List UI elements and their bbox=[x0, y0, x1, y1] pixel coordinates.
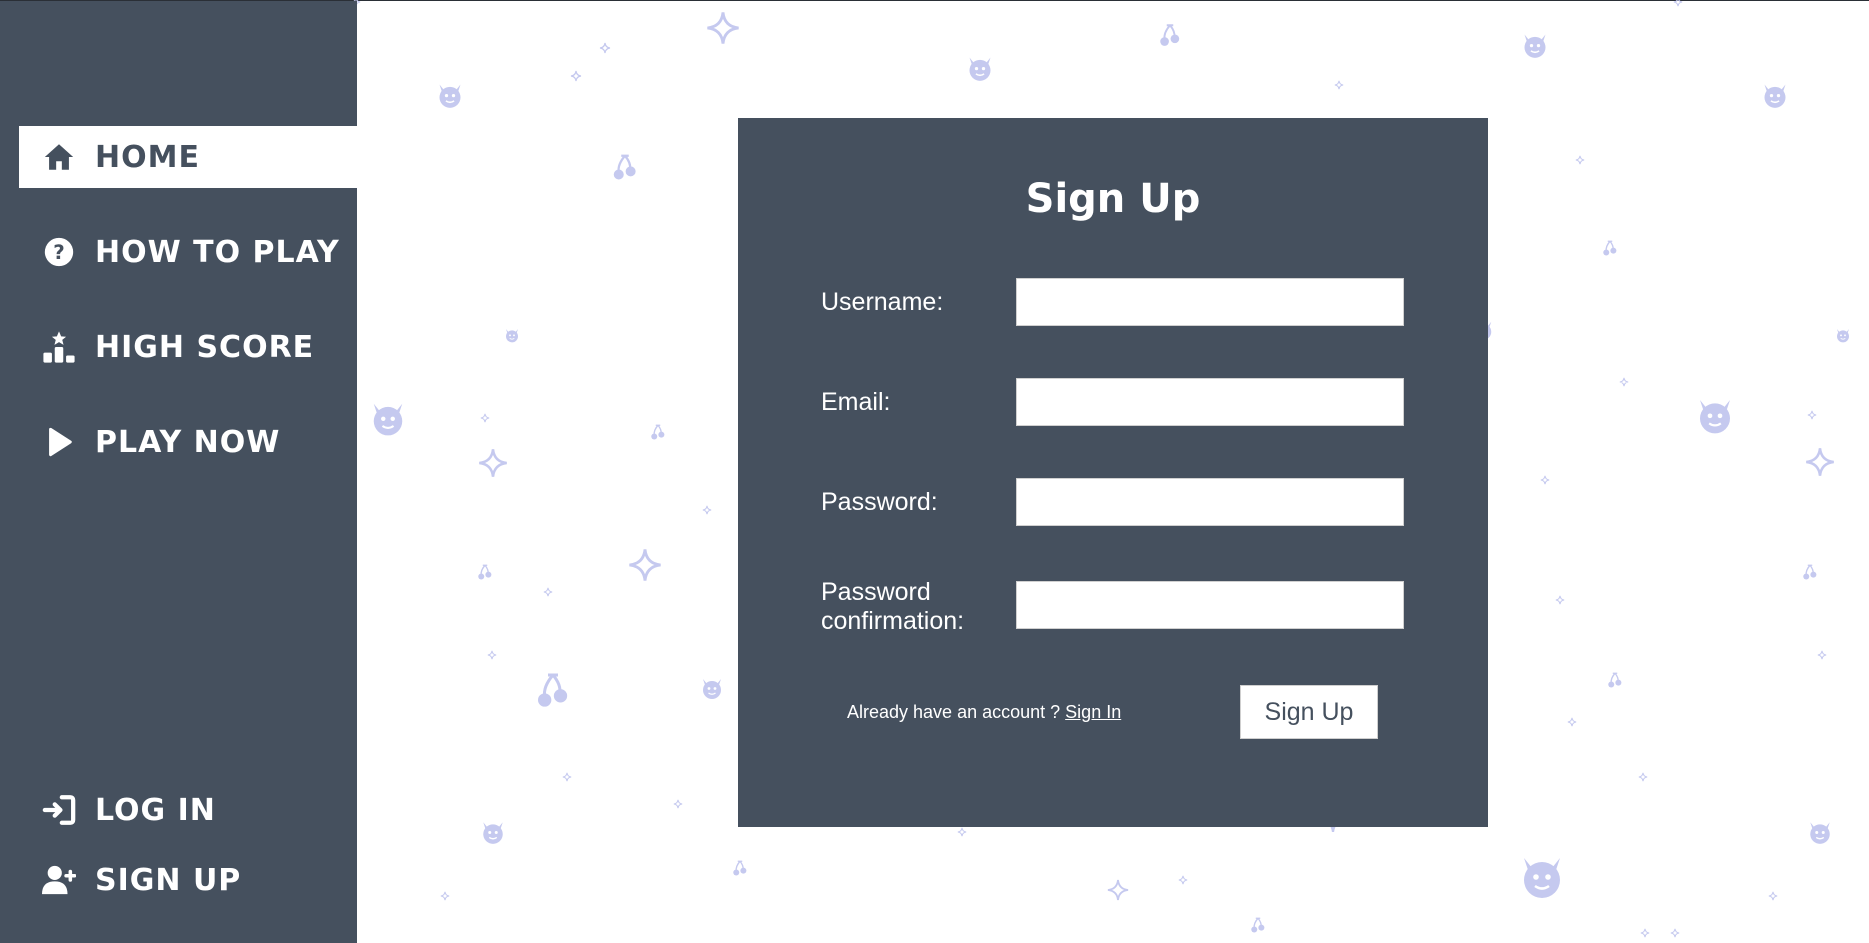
devil-icon bbox=[1835, 327, 1851, 343]
nav-sign-up[interactable]: SIGN UP bbox=[19, 849, 357, 911]
sparkle-icon bbox=[1640, 928, 1650, 938]
podium-icon bbox=[41, 329, 77, 365]
already-account-label: Already have an account ? bbox=[847, 702, 1061, 722]
form-title: Sign Up bbox=[1025, 176, 1201, 222]
nav-high-score[interactable]: HIGH SCORE bbox=[19, 316, 357, 378]
devil-icon bbox=[1518, 852, 1566, 900]
sparkle-icon bbox=[1673, 0, 1683, 7]
sign-up-button[interactable]: Sign Up bbox=[1240, 685, 1378, 739]
sparkle-icon bbox=[570, 70, 582, 82]
sparkle-icon bbox=[1178, 875, 1188, 885]
nav-log-in[interactable]: LOG IN bbox=[19, 779, 357, 841]
email-label: Email: bbox=[821, 388, 891, 416]
sparkle-icon bbox=[1768, 891, 1778, 901]
sparkle-icon bbox=[440, 891, 450, 901]
username-input[interactable] bbox=[1016, 278, 1404, 326]
cherry-icon bbox=[731, 859, 749, 877]
play-icon bbox=[41, 424, 77, 460]
cherry-icon bbox=[533, 670, 573, 710]
sparkle-icon bbox=[673, 799, 683, 809]
devil-icon bbox=[1807, 819, 1833, 845]
cherry-icon bbox=[1601, 239, 1619, 257]
nav-how-to-play[interactable]: ? HOW TO PLAY bbox=[19, 221, 357, 283]
devil-icon bbox=[1521, 31, 1549, 59]
sparkle-icon bbox=[1575, 155, 1585, 165]
sparkle-icon bbox=[1107, 879, 1129, 901]
sparkle-icon bbox=[1619, 377, 1629, 387]
cherry-icon bbox=[649, 423, 667, 441]
sparkle-icon bbox=[628, 548, 662, 582]
devil-icon bbox=[700, 676, 724, 700]
sparkle-icon bbox=[562, 772, 572, 782]
cherry-icon bbox=[1801, 563, 1819, 581]
sparkle-icon bbox=[1638, 772, 1648, 782]
password-confirmation-label: Password confirmation: bbox=[821, 578, 965, 635]
devil-icon bbox=[436, 81, 464, 109]
cherry-icon bbox=[610, 152, 640, 182]
devil-icon bbox=[504, 327, 520, 343]
cherry-icon bbox=[476, 563, 494, 581]
devil-icon bbox=[369, 399, 407, 437]
sparkle-icon bbox=[543, 587, 553, 597]
sparkle-icon bbox=[702, 505, 712, 515]
nav-sign-up-label: SIGN UP bbox=[95, 862, 242, 898]
question-circle-icon: ? bbox=[41, 234, 77, 270]
nav-play-now-label: PLAY NOW bbox=[95, 424, 281, 460]
nav-log-in-label: LOG IN bbox=[95, 792, 216, 828]
email-input[interactable] bbox=[1016, 378, 1404, 426]
nav-home[interactable]: HOME bbox=[19, 126, 357, 188]
password-input[interactable] bbox=[1016, 478, 1404, 526]
sparkle-icon bbox=[1805, 447, 1835, 477]
sign-in-link[interactable]: Sign In bbox=[1065, 702, 1121, 722]
cherry-icon bbox=[1249, 916, 1267, 934]
sparkle-icon bbox=[1567, 717, 1577, 727]
username-label: Username: bbox=[821, 288, 944, 316]
sparkle-icon bbox=[478, 448, 508, 478]
already-account-text: Already have an account ? Sign In bbox=[847, 702, 1121, 723]
nav-play-now[interactable]: PLAY NOW bbox=[19, 411, 357, 473]
sparkle-icon bbox=[1334, 80, 1344, 90]
user-plus-icon bbox=[41, 862, 77, 898]
sparkle-icon bbox=[1807, 410, 1817, 420]
sparkle-icon bbox=[1555, 595, 1565, 605]
sparkle-icon bbox=[480, 413, 490, 423]
nav-home-label: HOME bbox=[95, 139, 200, 175]
devil-icon bbox=[1761, 81, 1789, 109]
sparkle-icon bbox=[487, 650, 497, 660]
nav-high-score-label: HIGH SCORE bbox=[95, 329, 315, 365]
password-confirmation-input[interactable] bbox=[1016, 581, 1404, 629]
devil-icon bbox=[480, 819, 506, 845]
home-icon bbox=[41, 139, 77, 175]
svg-text:?: ? bbox=[53, 241, 65, 264]
nav-how-to-play-label: HOW TO PLAY bbox=[95, 234, 340, 270]
sparkle-icon bbox=[599, 42, 611, 54]
sparkle-icon bbox=[1540, 475, 1550, 485]
sparkle-icon bbox=[1670, 928, 1680, 938]
signup-panel: Sign Up Username: Email: Password: Passw… bbox=[738, 118, 1488, 827]
sparkle-icon bbox=[1817, 650, 1827, 660]
login-icon bbox=[41, 792, 77, 828]
cherry-icon bbox=[1157, 22, 1183, 48]
sidebar: HOME ? HOW TO PLAY HIGH SCORE PLAY NOW L… bbox=[0, 1, 357, 943]
cherry-icon bbox=[1606, 671, 1624, 689]
sparkle-icon bbox=[957, 827, 967, 837]
sparkle-icon bbox=[706, 11, 740, 45]
devil-icon bbox=[1695, 395, 1735, 435]
password-label: Password: bbox=[821, 488, 938, 516]
devil-icon bbox=[966, 54, 994, 82]
